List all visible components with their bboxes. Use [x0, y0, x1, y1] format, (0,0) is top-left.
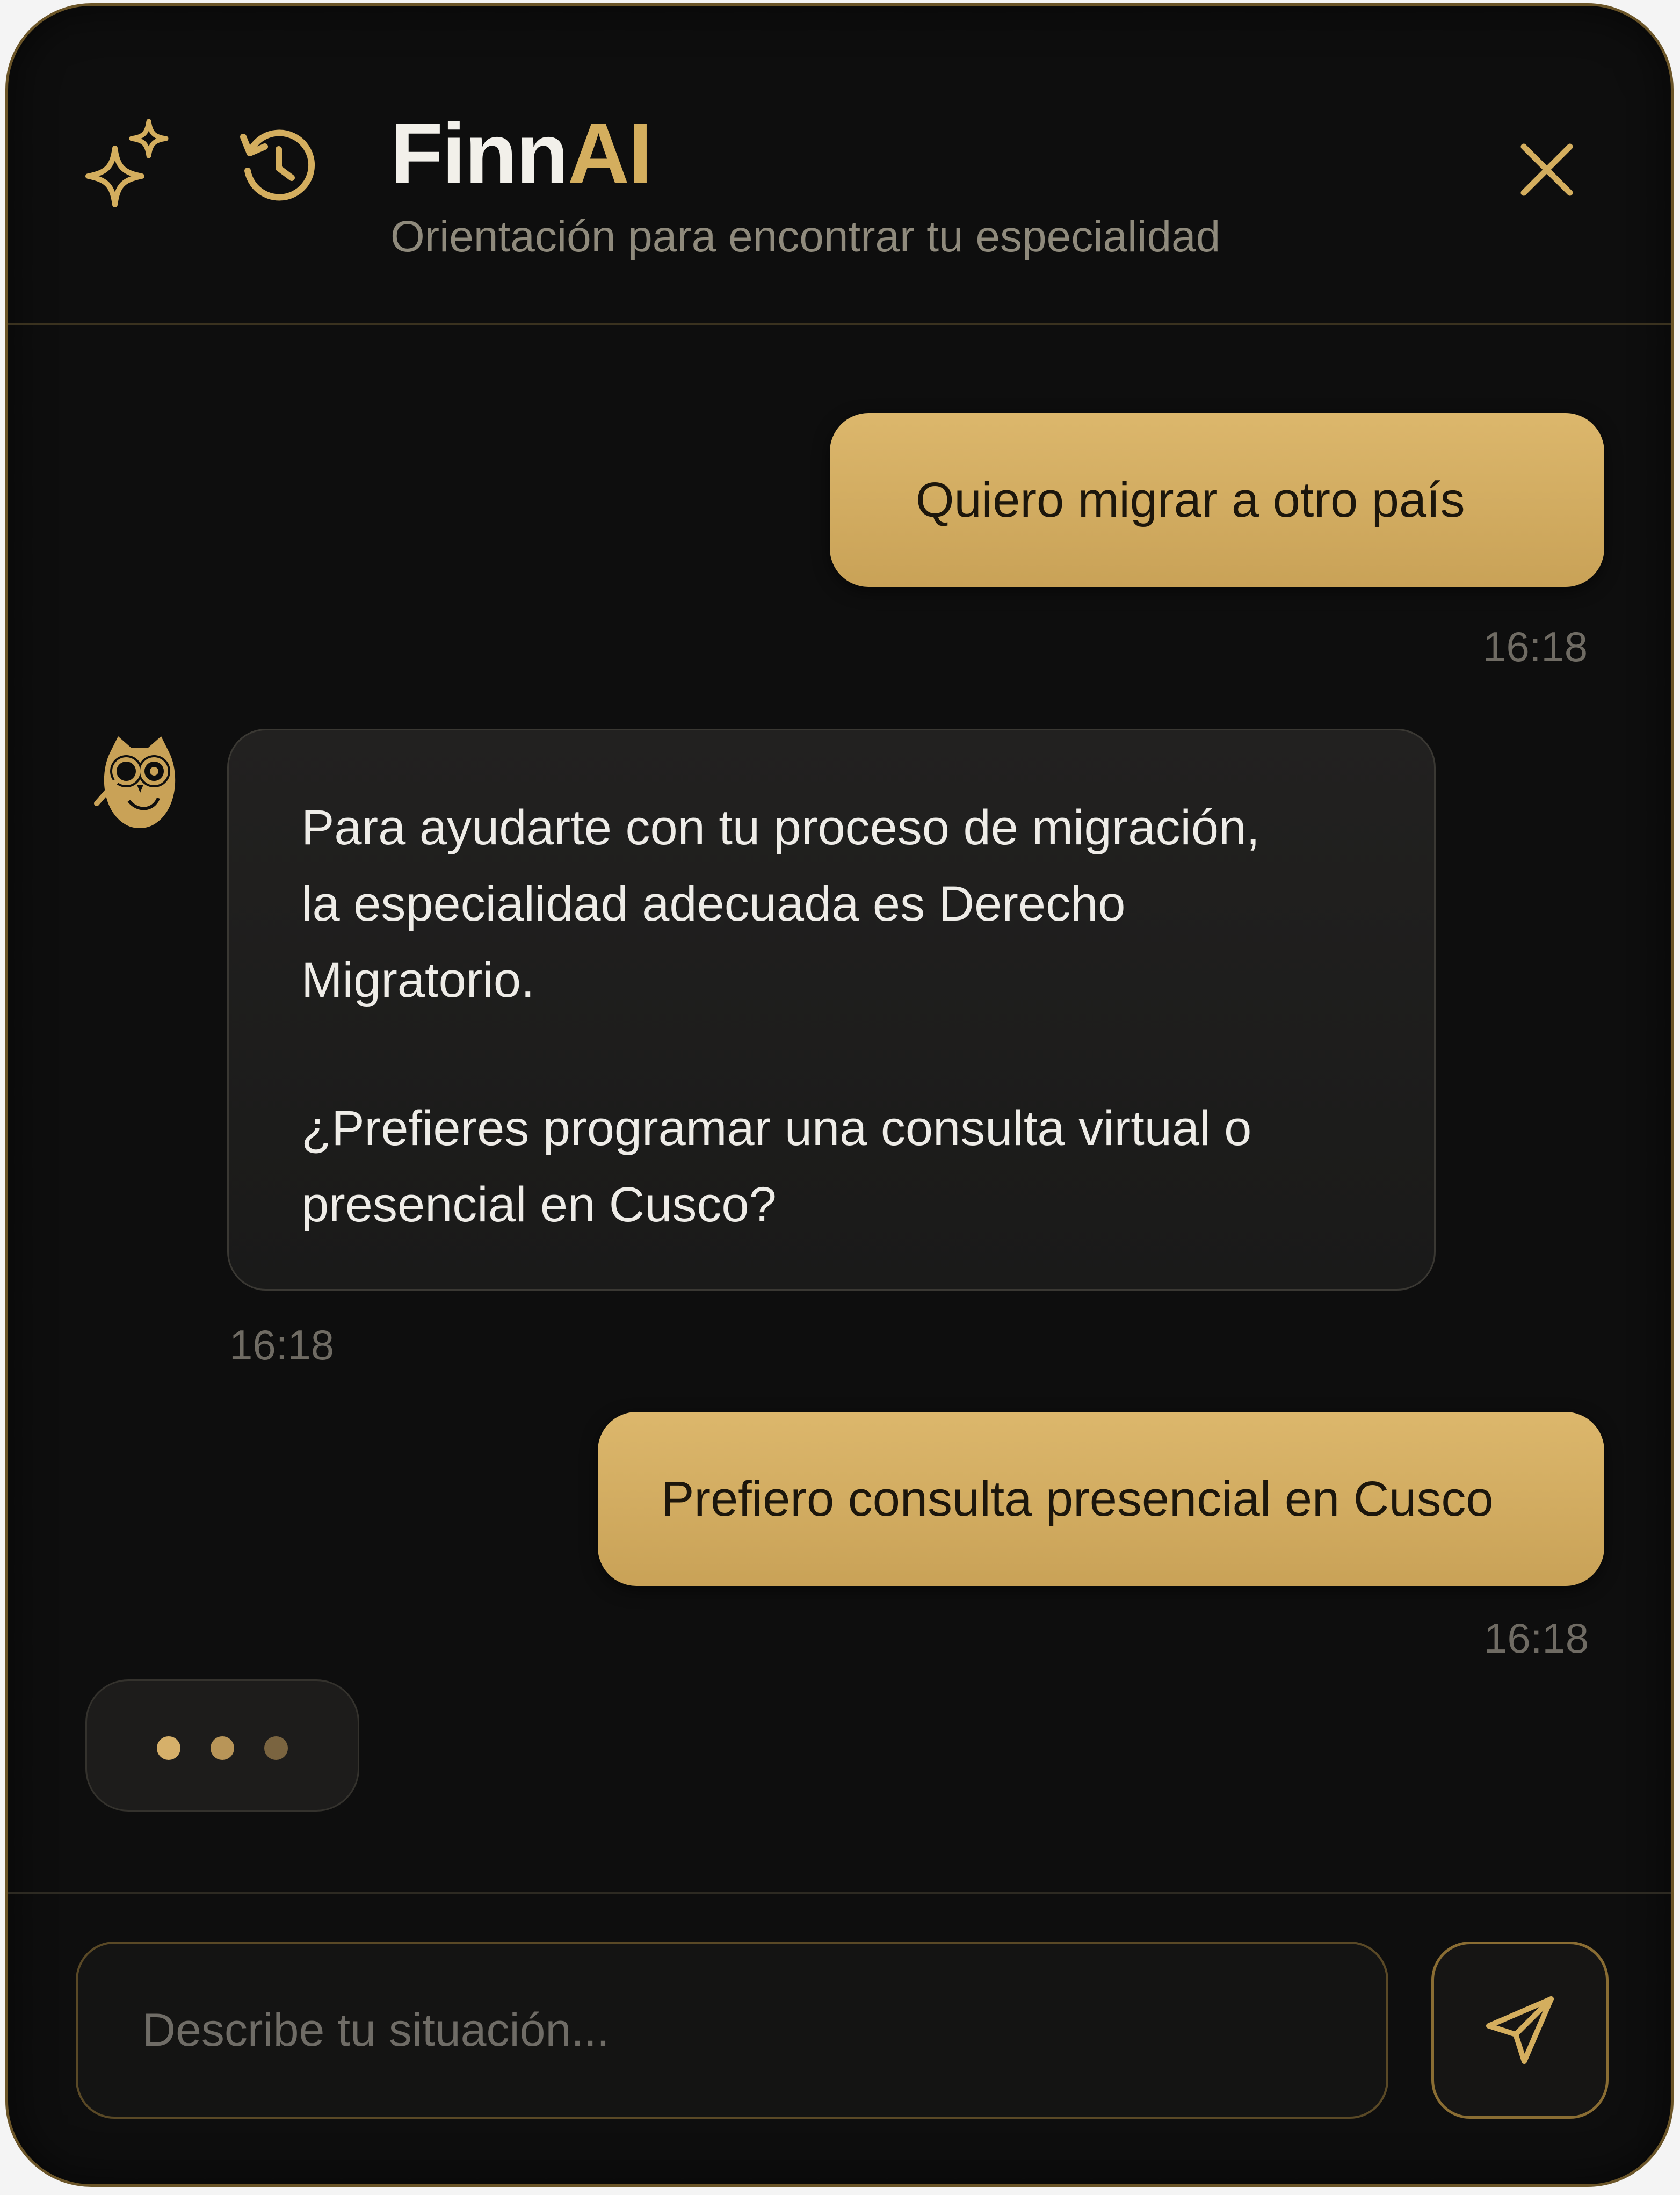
- message-line: [301, 1018, 1397, 1090]
- message-timestamp: 16:18: [1483, 623, 1588, 670]
- close-icon[interactable]: [1517, 140, 1576, 199]
- app-title: FinnAI: [390, 105, 653, 202]
- message-line: ¿Prefieres programar una consulta virtua…: [301, 1101, 1252, 1156]
- message-line: Para ayudarte con tu proceso de migració…: [301, 800, 1260, 855]
- composer-divider: [8, 1892, 1671, 1894]
- history-icon[interactable]: [238, 125, 318, 206]
- message-timestamp: 16:18: [229, 1321, 335, 1368]
- owl-avatar-icon: [94, 736, 176, 828]
- chat-window: FinnAI Orientación para encontrar tu esp…: [5, 3, 1674, 2187]
- chat-header: FinnAI Orientación para encontrar tu esp…: [8, 6, 1671, 325]
- user-message: Prefiero consulta presencial en Cusco: [598, 1412, 1604, 1586]
- typing-dot: [264, 1736, 288, 1760]
- app-title-primary: Finn: [390, 105, 569, 201]
- app-subtitle: Orientación para encontrar tu especialid…: [390, 212, 1221, 261]
- message-input-box[interactable]: [76, 1942, 1388, 2119]
- message-line: la especialidad adecuada es Derecho: [301, 876, 1126, 931]
- app-title-accent: AI: [567, 105, 653, 201]
- assistant-message: Para ayudarte con tu proceso de migració…: [227, 729, 1436, 1291]
- sparkle-icon[interactable]: [85, 116, 171, 210]
- typing-dot: [211, 1736, 234, 1760]
- user-message: Quiero migrar a otro país: [830, 413, 1604, 587]
- message-line: presencial en Cusco?: [301, 1177, 777, 1232]
- message-line: Migratorio.: [301, 953, 535, 1008]
- message-text: Quiero migrar a otro país: [916, 473, 1465, 527]
- message-text: Prefiero consulta presencial en Cusco: [661, 1472, 1494, 1526]
- message-timestamp: 16:18: [1484, 1614, 1589, 1662]
- typing-indicator: [85, 1679, 359, 1812]
- message-input[interactable]: [141, 1981, 1325, 2079]
- send-icon: [1486, 1996, 1554, 2064]
- message-text: Para ayudarte con tu proceso de migració…: [301, 789, 1397, 1243]
- send-button[interactable]: [1431, 1942, 1609, 2119]
- typing-dot: [157, 1736, 180, 1760]
